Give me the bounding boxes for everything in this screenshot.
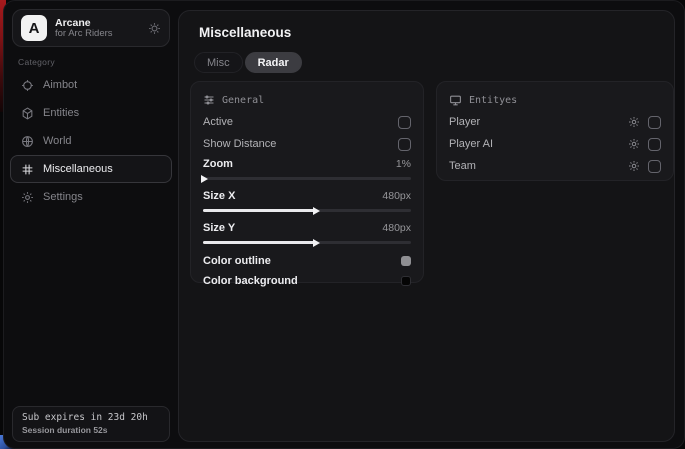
tab-radar[interactable]: Radar: [245, 52, 302, 73]
zoom-slider[interactable]: [203, 173, 411, 184]
sidebar-item-miscellaneous[interactable]: Miscellaneous: [10, 155, 172, 183]
active-label: Active: [203, 116, 398, 128]
zoom-row: Zoom 1%: [203, 155, 411, 173]
gear-icon[interactable]: [148, 22, 161, 35]
team-row: Team: [449, 155, 661, 177]
size-x-row: Size X 480px: [203, 187, 411, 205]
monitor-icon: [449, 94, 462, 107]
player-label: Player: [449, 116, 628, 128]
app-subtitle: for Arc Riders: [55, 29, 148, 40]
subscription-info-box: Sub expires in 23d 20h Session duration …: [12, 406, 170, 442]
size-x-slider-thumb[interactable]: [313, 207, 320, 215]
sidebar-item-aimbot[interactable]: Aimbot: [10, 71, 172, 99]
player-ai-checkbox[interactable]: [648, 138, 661, 151]
size-y-slider-track: [203, 241, 411, 244]
gear-icon[interactable]: [628, 160, 640, 172]
crosshair-icon: [21, 79, 34, 92]
zoom-slider-track: [203, 177, 411, 180]
player-checkbox[interactable]: [648, 116, 661, 129]
tab-bar: Misc Radar: [194, 52, 302, 73]
size-x-label: Size X: [203, 190, 382, 202]
active-checkbox[interactable]: [398, 116, 411, 129]
gear-icon: [21, 191, 34, 204]
general-panel-title: General: [222, 95, 264, 106]
size-x-slider-track: [203, 209, 411, 212]
general-panel-header: General: [203, 89, 411, 111]
zoom-value: 1%: [396, 158, 411, 170]
page-title: Miscellaneous: [199, 25, 291, 40]
sidebar-item-label: Entities: [43, 107, 79, 119]
sidebar-item-world[interactable]: World: [10, 127, 172, 155]
sidebar-nav: Aimbot Entities World: [10, 71, 172, 211]
profile-text: Arcane for Arc Riders: [55, 17, 148, 40]
main-panel: Miscellaneous Misc Radar General Active: [178, 10, 675, 442]
player-ai-row: Player AI: [449, 133, 661, 155]
sidebar-item-label: World: [43, 135, 72, 147]
sidebar: A Arcane for Arc Riders Category: [4, 1, 177, 448]
globe-icon: [21, 135, 34, 148]
color-outline-label: Color outline: [203, 255, 401, 267]
color-outline-row: Color outline: [203, 251, 411, 271]
sliders-icon: [203, 94, 215, 106]
color-background-label: Color background: [203, 275, 401, 287]
size-x-slider-fill: [203, 209, 315, 212]
color-background-swatch[interactable]: [401, 276, 411, 286]
player-row: Player: [449, 111, 661, 133]
sidebar-item-entities[interactable]: Entities: [10, 99, 172, 127]
entities-panel-title: Entityes: [469, 95, 517, 106]
size-y-label: Size Y: [203, 222, 382, 234]
size-y-slider[interactable]: [203, 237, 411, 248]
gear-icon[interactable]: [628, 116, 640, 128]
team-checkbox[interactable]: [648, 160, 661, 173]
zoom-label: Zoom: [203, 158, 396, 170]
player-ai-label: Player AI: [449, 138, 628, 150]
active-row: Active: [203, 111, 411, 133]
tab-misc[interactable]: Misc: [194, 52, 243, 73]
show-distance-row: Show Distance: [203, 133, 411, 155]
general-panel: General Active Show Distance Zoom 1%: [190, 81, 424, 283]
entities-panel-header: Entityes: [449, 89, 661, 111]
color-background-row: Color background: [203, 271, 411, 291]
zoom-slider-thumb[interactable]: [201, 175, 208, 183]
profile-card[interactable]: A Arcane for Arc Riders: [12, 9, 170, 47]
size-x-slider[interactable]: [203, 205, 411, 216]
app-name: Arcane: [55, 17, 148, 29]
grid-icon: [21, 163, 34, 176]
sidebar-item-settings[interactable]: Settings: [10, 183, 172, 211]
size-y-slider-fill: [203, 241, 315, 244]
category-label: Category: [18, 57, 55, 67]
size-y-value: 480px: [382, 222, 411, 234]
size-y-row: Size Y 480px: [203, 219, 411, 237]
app-logo: A: [21, 15, 47, 41]
sidebar-item-label: Miscellaneous: [43, 163, 113, 175]
size-x-value: 480px: [382, 190, 411, 202]
gear-icon[interactable]: [628, 138, 640, 150]
sidebar-item-label: Aimbot: [43, 79, 77, 91]
show-distance-checkbox[interactable]: [398, 138, 411, 151]
sidebar-item-label: Settings: [43, 191, 83, 203]
entities-icon: [21, 107, 34, 120]
size-y-slider-thumb[interactable]: [313, 239, 320, 247]
sub-expiry-text: Sub expires in 23d 20h: [22, 412, 160, 423]
app-window: A Arcane for Arc Riders Category: [3, 0, 685, 449]
entities-panel: Entityes Player Player AI: [436, 81, 674, 181]
session-duration-text: Session duration 52s: [22, 425, 160, 435]
team-label: Team: [449, 160, 628, 172]
show-distance-label: Show Distance: [203, 138, 398, 150]
color-outline-swatch[interactable]: [401, 256, 411, 266]
